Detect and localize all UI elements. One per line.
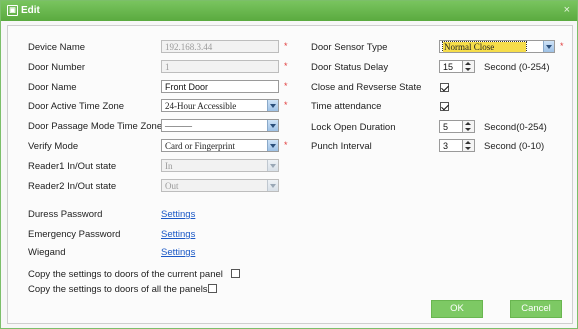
required-mark: * — [284, 81, 288, 91]
door-name-field[interactable]: Front Door — [161, 80, 279, 93]
verify-mode-value: Card or Fingerprint — [165, 141, 235, 151]
lock-open-duration-label: Lock Open Duration — [311, 122, 396, 133]
verify-mode-label: Verify Mode — [28, 141, 79, 152]
reader1-state-label: Reader1 In/Out state — [28, 161, 117, 172]
active-time-zone-value: 24-Hour Accessible — [165, 101, 237, 111]
door-status-delay-value: 15 — [443, 62, 454, 72]
passage-mode-time-zone-label: Door Passage Mode Time Zone — [28, 121, 163, 132]
passage-mode-time-zone-value: ——— — [165, 121, 192, 131]
door-number-field[interactable]: 1 — [161, 60, 279, 73]
required-mark: * — [560, 41, 564, 51]
door-status-delay-spinner[interactable]: 15 — [439, 60, 475, 73]
dialog-title: Edit — [21, 5, 40, 16]
lock-open-duration-value: 5 — [443, 122, 449, 132]
door-sensor-type-select[interactable]: Normal Close — [439, 40, 555, 53]
spinner-arrows-icon[interactable] — [462, 121, 474, 132]
close-icon[interactable]: × — [564, 4, 570, 16]
reader2-state-label: Reader2 In/Out state — [28, 181, 117, 192]
copy-all-panels-checkbox[interactable] — [208, 284, 217, 293]
punch-interval-label: Punch Interval — [311, 141, 372, 152]
door-status-delay-unit: Second (0-254) — [484, 62, 550, 73]
door-number-label: Door Number — [28, 62, 86, 73]
required-mark: * — [284, 61, 288, 71]
required-mark: * — [284, 100, 288, 110]
close-reverse-state-label: Close and Revserse State — [311, 82, 422, 93]
copy-current-panel-checkbox[interactable] — [231, 269, 240, 278]
reader2-state-value: Out — [165, 181, 179, 191]
form-panel: Device Name 192.168.3.44 * Door Number 1… — [7, 25, 573, 324]
window-icon: ▣ — [7, 5, 18, 16]
chevron-down-icon[interactable] — [543, 41, 554, 52]
lock-open-duration-unit: Second(0-254) — [484, 122, 547, 133]
device-name-field[interactable]: 192.168.3.44 — [161, 40, 279, 53]
required-mark: * — [284, 41, 288, 51]
reader1-state-select[interactable]: In — [161, 159, 279, 172]
punch-interval-unit: Second (0-10) — [484, 141, 545, 152]
title-bar[interactable]: ▣ Edit × — [1, 1, 577, 21]
door-sensor-type-value: Normal Close — [441, 41, 528, 52]
duress-password-label: Duress Password — [28, 209, 103, 220]
chevron-down-icon[interactable] — [267, 100, 278, 111]
reader2-state-select[interactable]: Out — [161, 179, 279, 192]
door-sensor-type-label: Door Sensor Type — [311, 42, 388, 53]
edit-dialog: ▣ Edit × Device Name 192.168.3.44 * Door… — [0, 0, 578, 329]
duress-password-settings-link[interactable]: Settings — [161, 209, 195, 220]
door-name-label: Door Name — [28, 82, 77, 93]
emergency-password-label: Emergency Password — [28, 229, 121, 240]
chevron-down-icon[interactable] — [267, 140, 278, 151]
close-reverse-state-checkbox[interactable] — [440, 83, 449, 92]
device-name-label: Device Name — [28, 42, 86, 53]
punch-interval-spinner[interactable]: 3 — [439, 139, 475, 152]
required-mark: * — [284, 140, 288, 150]
door-status-delay-label: Door Status Delay — [311, 62, 389, 73]
chevron-down-icon[interactable] — [267, 160, 278, 171]
lock-open-duration-spinner[interactable]: 5 — [439, 120, 475, 133]
verify-mode-select[interactable]: Card or Fingerprint — [161, 139, 279, 152]
ok-button[interactable]: OK — [431, 300, 483, 318]
chevron-down-icon[interactable] — [267, 180, 278, 191]
copy-current-panel-label: Copy the settings to doors of the curren… — [28, 269, 223, 280]
cancel-button[interactable]: Cancel — [510, 300, 562, 318]
copy-all-panels-label: Copy the settings to doors of all the pa… — [28, 284, 208, 295]
chevron-down-icon[interactable] — [267, 120, 278, 131]
active-time-zone-label: Door Active Time Zone — [28, 101, 125, 112]
passage-mode-time-zone-select[interactable]: ——— — [161, 119, 279, 132]
punch-interval-value: 3 — [443, 141, 449, 151]
time-attendance-label: Time attendance — [311, 101, 382, 112]
reader1-state-value: In — [165, 161, 173, 171]
time-attendance-checkbox[interactable] — [440, 102, 449, 111]
active-time-zone-select[interactable]: 24-Hour Accessible — [161, 99, 279, 112]
wiegand-settings-link[interactable]: Settings — [161, 247, 195, 258]
spinner-arrows-icon[interactable] — [462, 61, 474, 72]
emergency-password-settings-link[interactable]: Settings — [161, 229, 195, 240]
spinner-arrows-icon[interactable] — [462, 140, 474, 151]
wiegand-label: Wiegand — [28, 247, 66, 258]
